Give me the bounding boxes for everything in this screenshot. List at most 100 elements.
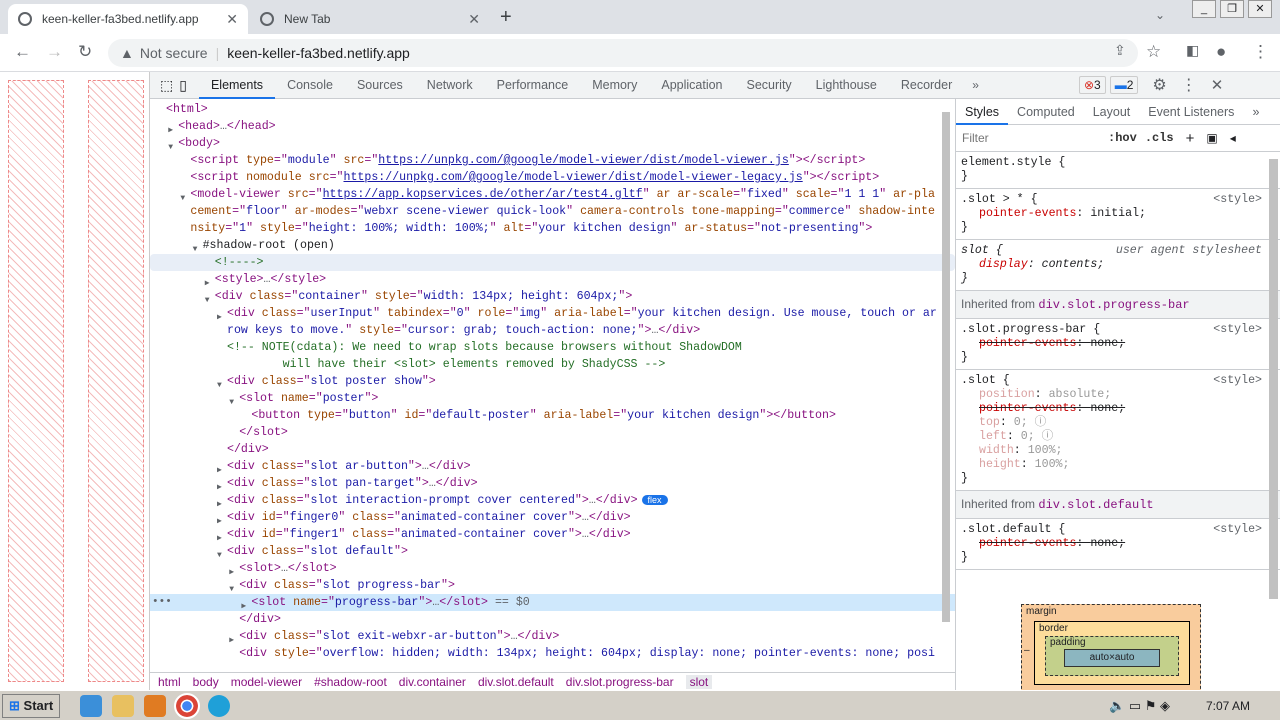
tab-network[interactable]: Network	[415, 72, 485, 99]
dom-tree-scrollbar[interactable]	[942, 112, 950, 622]
tab-security[interactable]: Security	[735, 72, 804, 99]
dom-tree[interactable]: <html> ▶ <head>…</head> ▼ <body> <script type…	[150, 99, 955, 672]
attr-link[interactable]: https://app.kopservices.de/other/ar/test…	[323, 188, 643, 201]
property-value[interactable]: none;	[1090, 402, 1125, 415]
dom-node[interactable]: </div>	[150, 611, 955, 628]
property-name[interactable]: position	[979, 388, 1035, 401]
style-rule[interactable]: .slot > * {<style> pointer-events: initia…	[956, 189, 1280, 240]
start-button[interactable]: ⊞ Start	[2, 693, 61, 718]
dom-node[interactable]: ▶ <div class="slot interaction-prompt cov…	[150, 492, 955, 509]
dom-node[interactable]: <html>	[150, 101, 955, 118]
inherited-selector[interactable]: div.slot.default	[1038, 498, 1153, 512]
property-value[interactable]: contents;	[1042, 258, 1105, 271]
property-name[interactable]: pointer-events	[979, 207, 1076, 220]
dom-node[interactable]: ▼ <model-viewer src="https://app.kopservi…	[150, 186, 955, 237]
rule-source[interactable]: <style>	[1213, 523, 1262, 537]
flex-badge[interactable]: flex	[641, 495, 668, 505]
bookmark-star-icon[interactable]: ☆	[1146, 42, 1161, 62]
styles-tab-event-listeners[interactable]: Event Listeners	[1139, 99, 1243, 125]
close-tab-icon[interactable]: ✕	[468, 11, 480, 28]
dom-node[interactable]: ▶ <style>…</style>	[150, 271, 955, 288]
inherited-selector[interactable]: div.slot.progress-bar	[1038, 298, 1189, 312]
dom-node[interactable]: <script nomodule src="https://unpkg.com/…	[150, 169, 955, 186]
side-panel-icon[interactable]: ◧	[1186, 42, 1199, 59]
url-text[interactable]: keen-keller-fa3bed.netlify.app	[227, 45, 410, 61]
tab-lighthouse[interactable]: Lighthouse	[804, 72, 889, 99]
new-rule-icon[interactable]: +	[1186, 130, 1195, 147]
node-actions-icon[interactable]: •••	[152, 594, 172, 611]
expand-arrow-icon[interactable]: ▶	[217, 309, 222, 326]
dom-node[interactable]: ▼ #shadow-root (open)	[150, 237, 955, 254]
dom-node[interactable]: ▶ <div class="slot ar-button">…</div>	[150, 458, 955, 475]
breadcrumb-item[interactable]: model-viewer	[231, 675, 302, 689]
property[interactable]: left: 0; ⓘ	[961, 430, 1262, 444]
reload-icon[interactable]: ↻	[78, 42, 92, 62]
page-viewport[interactable]	[0, 72, 150, 690]
attr-link[interactable]: https://unpkg.com/@google/model-viewer/d…	[344, 171, 803, 184]
dom-node[interactable]: ▼ <div class="slot progress-bar">	[150, 577, 955, 594]
dom-node-selected[interactable]: ▶ ••• <slot name="progress-bar">…</slot> =…	[150, 594, 955, 611]
breadcrumb-item[interactable]: div.slot.progress-bar	[566, 675, 674, 689]
info-icon[interactable]: ⓘ	[1035, 430, 1054, 443]
property-name[interactable]: pointer-events	[979, 402, 1076, 415]
property-value[interactable]: none;	[1090, 537, 1125, 550]
more-tabs-icon[interactable]: »	[972, 78, 979, 92]
attr-link[interactable]: https://unpkg.com/@google/model-viewer/d…	[378, 154, 789, 167]
close-window-icon[interactable]: ✕	[1248, 0, 1272, 18]
style-rule[interactable]: .slot.default {<style> pointer-events: no…	[956, 519, 1280, 570]
property-name[interactable]: width	[979, 444, 1014, 457]
collapse-arrow-icon[interactable]: ▼	[180, 190, 185, 207]
paint-icon[interactable]: ▣	[1206, 131, 1217, 145]
messages-badge[interactable]: ▬ 2	[1109, 76, 1139, 94]
rule-source[interactable]: <style>	[1213, 193, 1262, 207]
style-rule[interactable]: .slot.progress-bar {<style> pointer-event…	[956, 319, 1280, 370]
property-value[interactable]: initial;	[1090, 207, 1146, 220]
device-toolbar-icon[interactable]: ▯	[179, 77, 187, 94]
dom-node[interactable]: ▶ <head>…</head>	[150, 118, 955, 135]
close-tab-icon[interactable]: ✕	[226, 11, 238, 28]
breadcrumb-item[interactable]: div.container	[399, 675, 466, 689]
tab-memory[interactable]: Memory	[580, 72, 649, 99]
tab-application[interactable]: Application	[649, 72, 734, 99]
property[interactable]: position: absolute;	[961, 388, 1262, 402]
styles-tab-computed[interactable]: Computed	[1008, 99, 1084, 125]
new-tab-button[interactable]: +	[500, 6, 512, 29]
breadcrumb-item[interactable]: #shadow-root	[314, 675, 387, 689]
dom-node[interactable]: ▼ <div class="slot default">	[150, 543, 955, 560]
rule-source[interactable]: <style>	[1213, 374, 1262, 388]
breadcrumb-item[interactable]: body	[193, 675, 219, 689]
breadcrumb-item[interactable]: div.slot.default	[478, 675, 554, 689]
property-name[interactable]: display	[979, 258, 1028, 271]
toggle-sidebar-icon[interactable]: ◂	[1230, 131, 1236, 145]
minimize-icon[interactable]: _	[1192, 0, 1216, 18]
tab-new-tab[interactable]: New Tab ✕	[250, 4, 490, 34]
property[interactable]: pointer-events: initial;	[961, 207, 1262, 221]
dom-node[interactable]: ▼ <div class="slot poster show">	[150, 373, 955, 390]
share-icon[interactable]: ⇪	[1114, 42, 1126, 59]
inspect-element-icon[interactable]: ⬚	[160, 77, 173, 94]
forward-icon[interactable]: →	[46, 42, 63, 62]
property-value[interactable]: 0;	[1014, 416, 1028, 429]
dom-node[interactable]: ▼ <div class="container" style="width: 13…	[150, 288, 955, 305]
ie-icon[interactable]	[80, 694, 103, 717]
profile-avatar-icon[interactable]: ●	[1216, 42, 1226, 62]
styles-scrollbar[interactable]	[1269, 159, 1278, 599]
dom-node[interactable]: ▼ <slot name="poster">	[150, 390, 955, 407]
property[interactable]: width: 100%;	[961, 444, 1262, 458]
tray-icons[interactable]: 🔈 ▭ ⚑ ◈	[1109, 698, 1170, 714]
property[interactable]: pointer-events: none;	[961, 337, 1262, 351]
styles-filter-input[interactable]	[960, 128, 1100, 148]
info-icon[interactable]: ⓘ	[1028, 416, 1047, 429]
breadcrumb-item[interactable]: html	[158, 675, 181, 689]
tab-console[interactable]: Console	[275, 72, 345, 99]
dom-node[interactable]: <button type="button" id="default-poster…	[150, 407, 955, 424]
content-box[interactable]: auto×auto	[1064, 649, 1160, 667]
explorer-icon[interactable]	[112, 694, 135, 717]
menu-icon[interactable]: ⋮	[1252, 42, 1269, 62]
property-value[interactable]: 100%;	[1028, 444, 1063, 457]
restore-icon[interactable]: ❐	[1220, 0, 1244, 18]
dom-node[interactable]: ▶ <div id="finger1" class="animated-conta…	[150, 526, 955, 543]
styles-tab-styles[interactable]: Styles	[956, 99, 1009, 125]
tab-search-icon[interactable]: ⌄	[1155, 8, 1165, 22]
property-value[interactable]: 100%;	[1035, 458, 1070, 471]
